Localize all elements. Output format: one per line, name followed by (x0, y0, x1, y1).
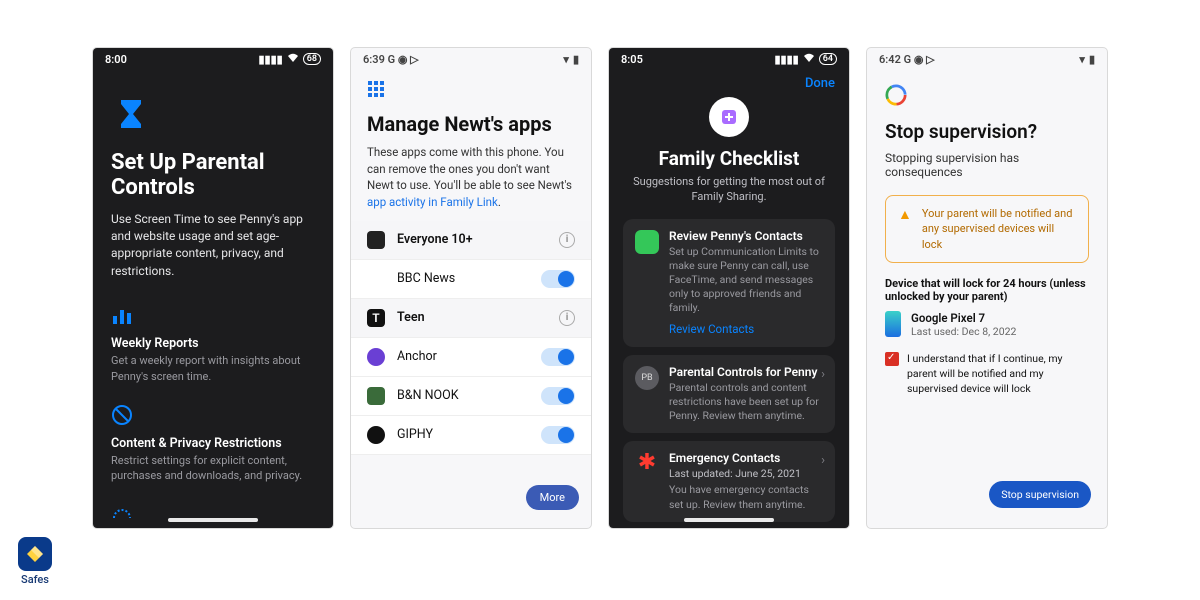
clock: 6:42 (879, 53, 901, 66)
more-button[interactable]: More (526, 485, 579, 510)
apps-grid-icon[interactable] (367, 80, 385, 98)
page-title: Set Up Parental Controls (111, 150, 315, 201)
brand-badge: Safes (18, 537, 52, 586)
screen-setup-parental-controls: 8:00 ▮▮▮▮ 68 Set Up Parental Controls Us… (93, 48, 333, 528)
toggle-switch[interactable] (541, 348, 575, 366)
app-row-nook[interactable]: B&N NOOK (351, 377, 591, 416)
app-icon (367, 387, 385, 405)
rating-section-everyone10: Everyone 10+ i (351, 221, 591, 260)
toggle-switch[interactable] (541, 270, 575, 288)
status-bar: 8:00 ▮▮▮▮ 68 (93, 48, 333, 70)
feature-title: Content & Privacy Restrictions (111, 436, 315, 451)
page-description: Use Screen Time to see Penny's app and w… (111, 211, 315, 281)
google-logo-icon (885, 84, 907, 106)
rating-icon (367, 231, 385, 249)
warning-icon: ▲ (898, 206, 912, 252)
clock: 8:05 (621, 53, 643, 66)
page-title: Family Checklist (623, 147, 835, 170)
bar-chart-icon (111, 304, 133, 326)
feature-desc: Restrict settings for explicit content, … (111, 453, 315, 484)
info-icon[interactable]: i (559, 310, 575, 326)
home-indicator[interactable] (684, 518, 774, 522)
screen-family-checklist: 8:05 ▮▮▮▮ 64 Done Family Checklist Sugge… (609, 48, 849, 528)
acknowledgement-checkbox[interactable]: I understand that if I continue, my pare… (885, 352, 1089, 396)
page-subtitle: Suggestions for getting the most out of … (623, 174, 835, 205)
rating-icon: T (367, 309, 385, 327)
clock: 8:00 (105, 53, 127, 66)
page-title: Stop supervision? (885, 120, 1089, 143)
screen-stop-supervision: 6:42 G ◉ ▷ ▾ ▮ Stop supervision? Stopping… (867, 48, 1107, 528)
signal-icon: ▮▮▮▮ (774, 53, 798, 66)
feature-title: Weekly Reports (111, 336, 315, 351)
status-bar: 8:05 ▮▮▮▮ 64 (609, 48, 849, 70)
rating-section-teen: T Teen i (351, 299, 591, 338)
feature-weekly-reports[interactable]: Weekly Reports Get a weekly report with … (111, 304, 315, 384)
toggle-switch[interactable] (541, 426, 575, 444)
feature-desc: Get a weekly report with insights about … (111, 353, 315, 384)
page-title: Manage Newt's apps (367, 112, 575, 136)
prohibit-icon (111, 404, 133, 426)
toggle-switch[interactable] (541, 387, 575, 405)
status-bar: 6:42 G ◉ ▷ ▾ ▮ (867, 48, 1107, 70)
battery-badge: 64 (819, 53, 837, 65)
checklist-hero-icon (709, 97, 749, 137)
page-description: These apps come with this phone. You can… (367, 144, 575, 211)
warning-banner: ▲ Your parent will be notified and any s… (885, 195, 1089, 263)
stop-supervision-button[interactable]: Stop supervision (989, 481, 1091, 508)
family-link-link[interactable]: app activity in Family Link (367, 195, 498, 209)
checkbox-icon[interactable] (885, 352, 899, 366)
home-indicator[interactable] (168, 518, 258, 522)
app-row-bbc-news[interactable]: BBC News (351, 260, 591, 299)
info-icon[interactable]: i (559, 232, 575, 248)
card-parental-controls[interactable]: PB Parental Controls for Penny Parental … (623, 355, 835, 434)
battery-badge: 68 (303, 53, 321, 65)
status-bar: 6:39 G ◉ ▷ ▾ ▮ (351, 48, 591, 70)
status-icons: G ◉ ▷ (388, 53, 419, 66)
battery-icon: ▮ (1089, 53, 1095, 66)
safes-logo-icon (18, 537, 52, 571)
done-button[interactable]: Done (805, 76, 835, 91)
wifi-icon (803, 53, 815, 66)
device-heading: Device that will lock for 24 hours (unle… (885, 277, 1089, 303)
card-review-contacts[interactable]: Review Penny's Contacts Set up Communica… (623, 219, 835, 347)
status-icons: G ◉ ▷ (904, 53, 935, 66)
card-emergency-contacts[interactable]: ✱ Emergency Contacts Last updated: June … (623, 441, 835, 522)
battery-icon: ▮ (573, 53, 579, 66)
clock: 6:39 (363, 53, 385, 66)
app-icon (367, 348, 385, 366)
contacts-icon (635, 230, 659, 254)
chevron-right-icon: › (821, 453, 825, 468)
avatar-icon: PB (635, 366, 659, 390)
device-icon (885, 311, 901, 337)
screen-manage-apps: 6:39 G ◉ ▷ ▾ ▮ Manage Newt's apps These a… (351, 48, 591, 528)
gauge-icon (111, 500, 133, 522)
app-row-anchor[interactable]: Anchor (351, 338, 591, 377)
card-subtitle: Last updated: June 25, 2021 (669, 467, 823, 481)
wifi-icon: ▾ (1079, 53, 1085, 66)
medical-icon: ✱ (635, 452, 659, 476)
chevron-right-icon: › (821, 367, 825, 382)
device-row: Google Pixel 7 Last used: Dec 8, 2022 (885, 311, 1089, 338)
wifi-icon: ▾ (563, 53, 569, 66)
feature-content-privacy[interactable]: Content & Privacy Restrictions Restrict … (111, 404, 315, 484)
wifi-icon (287, 53, 299, 66)
app-row-giphy[interactable]: GIPHY (351, 416, 591, 455)
page-subtitle: Stopping supervision has consequences (885, 151, 1089, 179)
hourglass-icon (111, 94, 151, 134)
app-icon (367, 426, 385, 444)
brand-name: Safes (18, 573, 52, 586)
review-contacts-link[interactable]: Review Contacts (669, 322, 754, 336)
app-icon (367, 270, 385, 288)
signal-icon: ▮▮▮▮ (258, 53, 282, 66)
